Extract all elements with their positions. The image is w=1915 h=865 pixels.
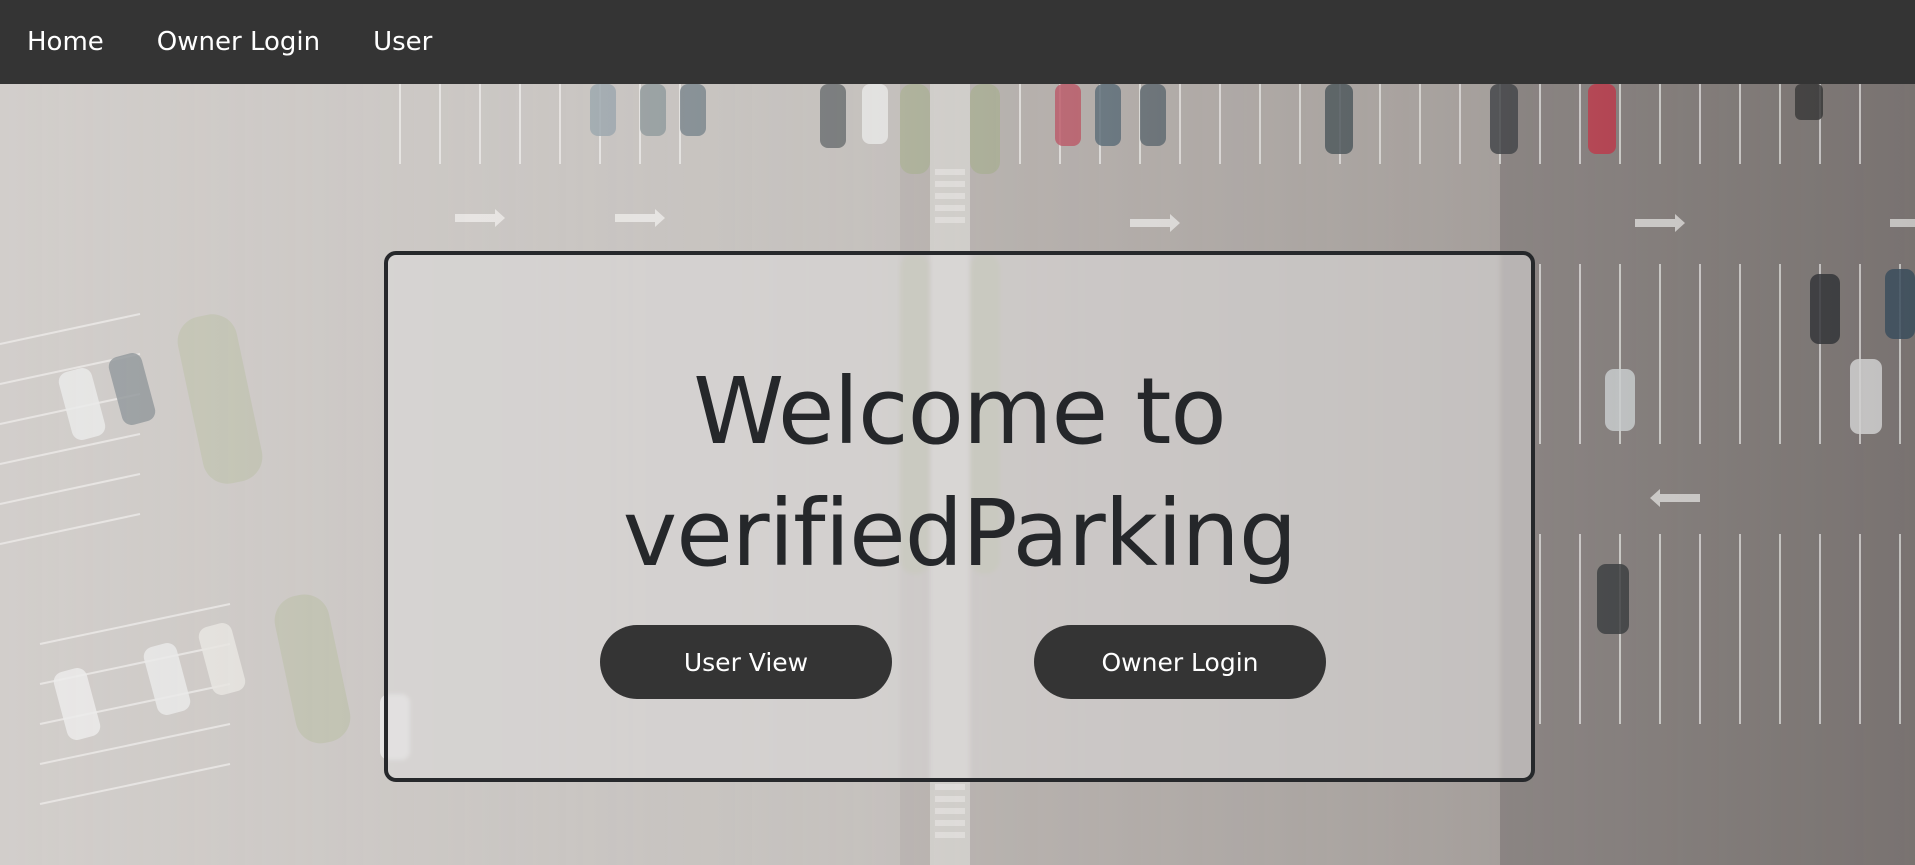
top-navbar: Home Owner Login User [0,0,1915,84]
nav-owner-login-link[interactable]: Owner Login [144,27,333,57]
welcome-heading: Welcome to verifiedParking [388,351,1531,595]
hero-section: Welcome to verifiedParking User View Own… [0,84,1915,865]
welcome-card: Welcome to verifiedParking User View Own… [384,251,1535,782]
nav-home-link[interactable]: Home [14,27,117,57]
owner-login-button[interactable]: Owner Login [1034,625,1326,699]
welcome-heading-line1: Welcome to [693,358,1226,465]
nav-user-link[interactable]: User [360,27,445,57]
welcome-heading-line2: verifiedParking [622,480,1297,587]
user-view-button[interactable]: User View [600,625,892,699]
